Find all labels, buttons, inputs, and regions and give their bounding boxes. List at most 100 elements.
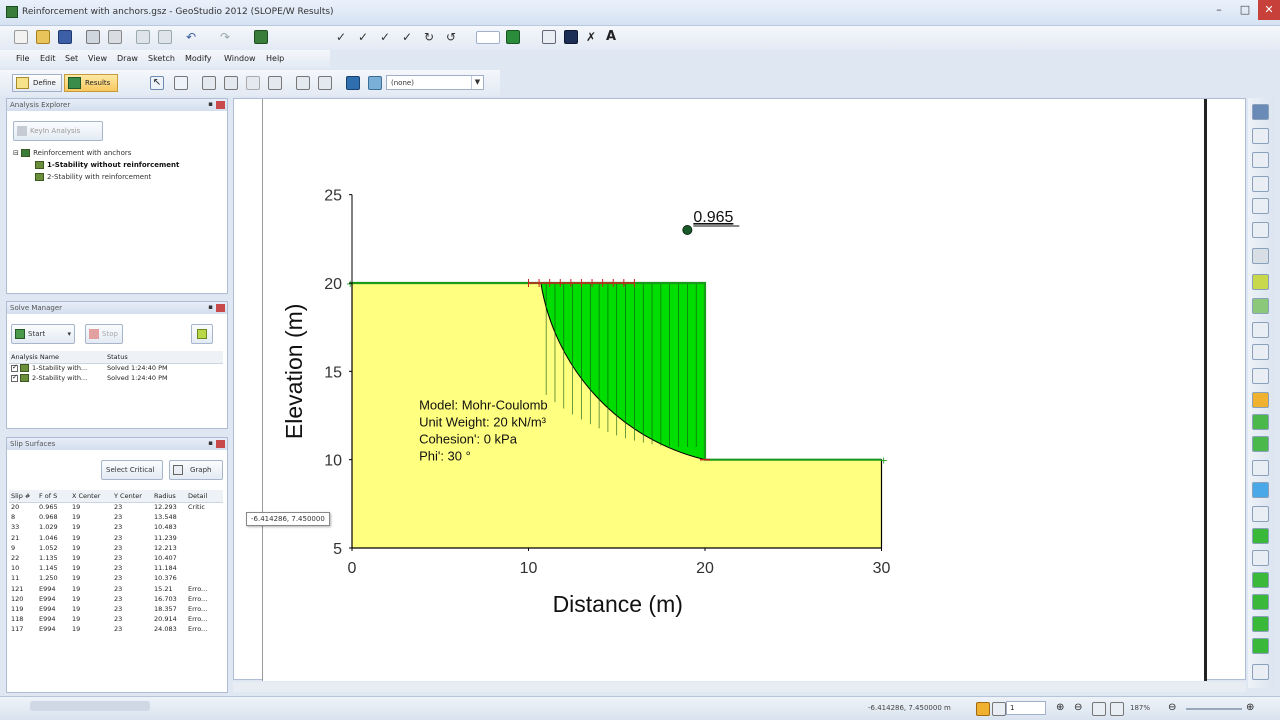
close-button[interactable]: ✕ bbox=[1258, 0, 1280, 20]
probability-icon[interactable] bbox=[1252, 638, 1269, 654]
paste-icon[interactable] bbox=[158, 30, 172, 44]
slip-limits-icon[interactable] bbox=[1252, 572, 1269, 588]
table-row[interactable]: 21 1.046 19 23 11.239 bbox=[9, 533, 223, 543]
graph-button[interactable]: Graph bbox=[169, 460, 223, 480]
settings-icon[interactable] bbox=[1252, 664, 1269, 680]
table-row[interactable]: 33 1.029 19 23 10.483 bbox=[9, 522, 223, 532]
column-header[interactable]: Analysis Name bbox=[9, 351, 105, 364]
table-row[interactable]: 22 1.135 19 23 10.407 bbox=[9, 553, 223, 563]
display-icon[interactable] bbox=[564, 30, 578, 44]
left-scroll-thumb[interactable] bbox=[30, 701, 150, 711]
grid-radius-icon[interactable] bbox=[1252, 550, 1269, 566]
materials-icon[interactable] bbox=[1252, 298, 1269, 314]
solve-options-button[interactable] bbox=[191, 324, 213, 344]
select-critical-button[interactable]: Select Critical bbox=[101, 460, 163, 480]
rotate-icon[interactable]: ↻ bbox=[424, 30, 438, 44]
sketch-icon[interactable]: ✗ bbox=[586, 30, 600, 44]
pore-water-icon[interactable] bbox=[1252, 368, 1269, 384]
anchor-icon[interactable] bbox=[1252, 436, 1269, 452]
pin-icon[interactable]: ▪ bbox=[208, 439, 213, 447]
view-objects-icon[interactable] bbox=[202, 76, 216, 90]
column-header[interactable]: Detail bbox=[186, 490, 223, 503]
table-row[interactable]: 120 E994 19 23 16.703 Erro... bbox=[9, 594, 223, 604]
table-row[interactable]: 9 1.052 19 23 12.213 bbox=[9, 543, 223, 553]
table-row[interactable]: 10 1.145 19 23 11.184 bbox=[9, 563, 223, 573]
print-icon[interactable] bbox=[86, 30, 100, 44]
column-header[interactable]: F of S bbox=[37, 490, 70, 503]
table-row[interactable]: 8 0.968 19 23 13.548 bbox=[9, 512, 223, 522]
regions-icon[interactable] bbox=[1252, 274, 1269, 290]
undo-icon[interactable]: ↶ bbox=[186, 30, 200, 44]
zoom-out-icon[interactable]: ⊖ bbox=[1074, 702, 1088, 716]
draw-graph-icon[interactable] bbox=[296, 76, 310, 90]
menu-window[interactable]: Window bbox=[224, 54, 256, 63]
view-columns-icon[interactable] bbox=[268, 76, 282, 90]
table-row[interactable]: 117 E994 19 23 24.083 Erro... bbox=[9, 624, 223, 634]
pin-icon[interactable]: ▪ bbox=[208, 100, 213, 108]
column-header[interactable]: Radius bbox=[152, 490, 186, 503]
line-style-dropdown[interactable] bbox=[476, 31, 500, 44]
tension-crack-icon[interactable] bbox=[1252, 594, 1269, 610]
draw-graph-2-icon[interactable] bbox=[318, 76, 332, 90]
table-row[interactable]: 118 E994 19 23 20.914 Erro... bbox=[9, 614, 223, 624]
checkbox[interactable] bbox=[11, 373, 18, 382]
horizontal-scrollbar[interactable] bbox=[233, 682, 1246, 692]
new-file-icon[interactable] bbox=[14, 30, 28, 44]
lines-icon[interactable] bbox=[1252, 344, 1269, 360]
tree-root[interactable]: ⊟ Reinforcement with anchors bbox=[13, 149, 131, 157]
sketch-text-icon[interactable] bbox=[1252, 222, 1269, 238]
menu-view[interactable]: View bbox=[88, 54, 107, 63]
chevron-down-icon[interactable]: ▼ bbox=[471, 76, 483, 89]
draw-graph-2-icon[interactable] bbox=[1252, 152, 1269, 168]
table-row[interactable]: 11 1.250 19 23 10.376 bbox=[9, 573, 223, 583]
panel-close-icon[interactable] bbox=[216, 304, 225, 312]
slip-surface-icon[interactable] bbox=[1252, 392, 1269, 408]
view-combo[interactable]: (none) ▼ bbox=[386, 75, 484, 90]
column-header[interactable]: Status bbox=[105, 351, 223, 364]
zoom-slider[interactable] bbox=[1186, 708, 1242, 710]
draw-contours-icon[interactable] bbox=[1252, 104, 1269, 120]
menu-modify[interactable]: Modify bbox=[185, 54, 212, 63]
water-icon[interactable] bbox=[1252, 482, 1269, 498]
minimize-button[interactable]: – bbox=[1206, 0, 1232, 20]
table-row[interactable]: 2-Stability with... Solved 1:24:40 PM bbox=[9, 373, 223, 383]
axes-icon[interactable] bbox=[1252, 248, 1269, 264]
draw-pressure-icon[interactable]: ✓ bbox=[402, 30, 416, 44]
column-header[interactable]: X Center bbox=[70, 490, 112, 503]
view-forces-icon[interactable] bbox=[246, 76, 260, 90]
view-slip-icon[interactable] bbox=[224, 76, 238, 90]
zoom-page-icon[interactable] bbox=[1092, 702, 1106, 716]
draw-region-icon[interactable]: ✓ bbox=[336, 30, 350, 44]
menu-sketch[interactable]: Sketch bbox=[148, 54, 175, 63]
table-row[interactable]: 119 E994 19 23 18.357 Erro... bbox=[9, 604, 223, 614]
start-solve-button[interactable]: Start ▾ bbox=[11, 324, 75, 344]
geostudio-icon[interactable] bbox=[254, 30, 268, 44]
panel-close-icon[interactable] bbox=[216, 440, 225, 448]
keyin-analysis-button[interactable]: KeyIn Analysis bbox=[13, 121, 103, 141]
results-mode-button[interactable]: Results bbox=[64, 74, 118, 92]
drawing-page[interactable]: + +5 10 15 20 25 0 10 20 30 Distance (m) Elevation … bbox=[262, 99, 1207, 681]
zoom-objects-icon[interactable] bbox=[1110, 702, 1124, 716]
text-tool-icon[interactable]: A bbox=[606, 29, 620, 44]
tree-collapse-icon[interactable]: ⊟ bbox=[13, 149, 19, 157]
menu-set[interactable]: Set bbox=[65, 54, 78, 63]
view-preferences-icon[interactable] bbox=[368, 76, 382, 90]
table-row[interactable]: 20 0.965 19 23 12.293 Critic bbox=[9, 502, 223, 512]
select-pointer-icon[interactable]: ↖ bbox=[150, 76, 164, 90]
column-header[interactable]: Y Center bbox=[112, 490, 152, 503]
contour-icon[interactable] bbox=[346, 76, 360, 90]
menu-file[interactable]: File bbox=[16, 54, 29, 63]
entry-exit-icon[interactable] bbox=[1252, 528, 1269, 544]
draw-point-icon[interactable]: ✓ bbox=[358, 30, 372, 44]
maximize-button[interactable]: □ bbox=[1232, 0, 1258, 20]
reinforcement-icon[interactable] bbox=[1252, 414, 1269, 430]
page-number-input[interactable]: 1 bbox=[1006, 701, 1046, 715]
define-mode-button[interactable]: Define bbox=[12, 74, 62, 92]
tree-item-analysis-1[interactable]: 1-Stability without reinforcement bbox=[35, 161, 179, 169]
menu-draw[interactable]: Draw bbox=[117, 54, 138, 63]
open-folder-icon[interactable] bbox=[36, 30, 50, 44]
menu-edit[interactable]: Edit bbox=[40, 54, 56, 63]
checkbox[interactable] bbox=[11, 363, 18, 372]
sketch-lines-icon[interactable] bbox=[1252, 176, 1269, 192]
loads-icon[interactable] bbox=[1252, 460, 1269, 476]
